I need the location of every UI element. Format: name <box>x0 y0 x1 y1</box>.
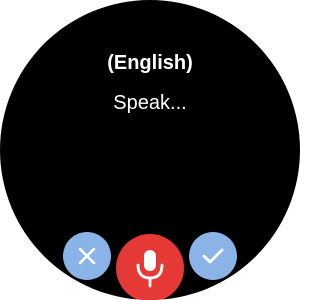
cancel-button[interactable] <box>63 232 111 280</box>
microphone-button[interactable] <box>116 234 184 300</box>
speak-prompt: Speak... <box>113 92 187 114</box>
microphone-icon <box>136 250 164 288</box>
close-icon <box>78 247 96 265</box>
confirm-button[interactable] <box>189 232 237 280</box>
language-label: (English) <box>107 52 193 74</box>
check-icon <box>202 248 224 264</box>
watch-face: (English) Speak... <box>0 0 300 300</box>
